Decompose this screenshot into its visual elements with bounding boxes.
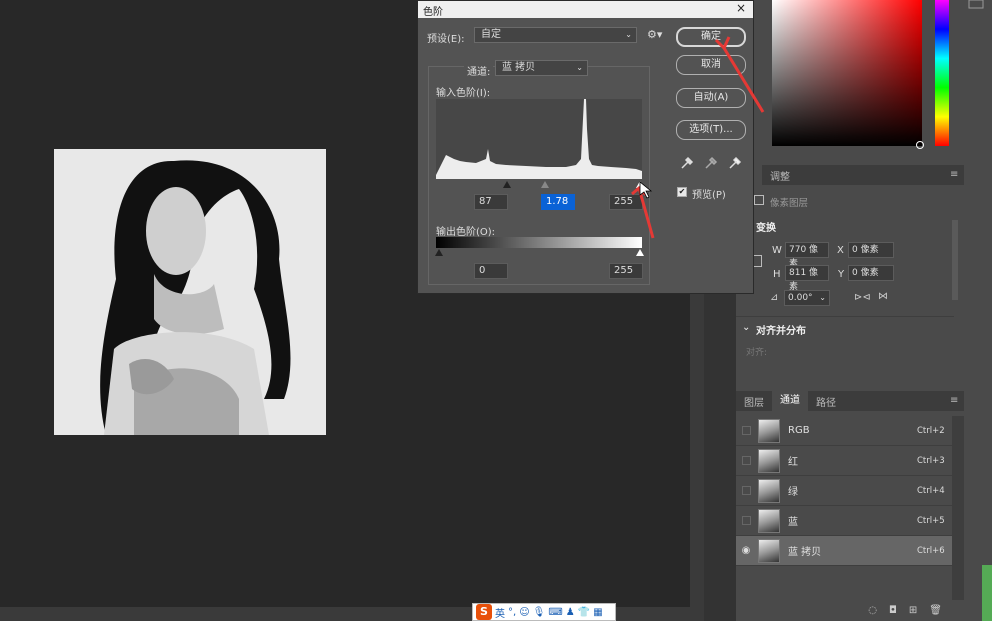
ime-logo[interactable]: S bbox=[476, 604, 492, 620]
arrow-to-ok-icon bbox=[722, 47, 765, 113]
skin-icon[interactable]: 👕 bbox=[578, 607, 590, 618]
keyboard-icon[interactable]: ⌨ bbox=[548, 607, 562, 618]
user-icon[interactable]: ♟ bbox=[566, 607, 575, 618]
microphone-icon[interactable]: 🎙 bbox=[533, 607, 546, 618]
window-edge-indicator bbox=[982, 565, 992, 621]
punctuation-icon[interactable]: °, bbox=[508, 607, 516, 618]
emoji-icon[interactable]: ☺ bbox=[519, 607, 529, 618]
grid-icon[interactable]: ▦ bbox=[593, 607, 602, 618]
arrowhead-icon bbox=[714, 36, 731, 51]
ime-toolbar: S 英 °, ☺ 🎙 ⌨ ♟ 👕 ▦ bbox=[472, 603, 616, 621]
annotation-overlay bbox=[631, 36, 765, 239]
ime-mode[interactable]: 英 bbox=[495, 605, 505, 620]
